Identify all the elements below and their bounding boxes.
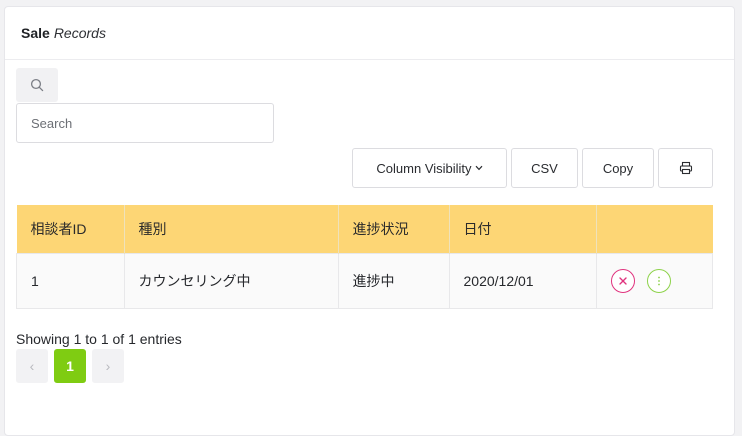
cell-id: 1: [16, 253, 125, 309]
more-options-button[interactable]: [647, 269, 672, 293]
close-icon: [618, 277, 627, 285]
print-button[interactable]: [658, 148, 713, 188]
cell-actions: [595, 253, 713, 309]
records-table: 相談者ID 種別 進捗状況 日付 1 カウンセリング中 進捗中 2020/12/…: [16, 205, 713, 309]
table-info: Showing 1 to 1 of 1 entries: [16, 331, 182, 347]
column-header-date[interactable]: 日付: [449, 205, 597, 254]
search-button[interactable]: [16, 68, 58, 102]
search-icon: [30, 78, 44, 92]
column-visibility-label: Column Visibility: [376, 160, 472, 176]
chevron-down-icon: [475, 163, 483, 173]
pagination-page-1[interactable]: 1: [54, 349, 86, 383]
cell-type: カウンセリング中: [123, 253, 339, 309]
cell-status: 進捗中: [337, 253, 450, 309]
copy-button[interactable]: Copy: [582, 148, 654, 188]
csv-button[interactable]: CSV: [511, 148, 578, 188]
card-title-italic: Records: [53, 25, 106, 41]
cell-date: 2020/12/01: [448, 253, 597, 309]
card-header: Sale Records: [5, 7, 734, 60]
table-row: 1 カウンセリング中 進捗中 2020/12/01: [16, 253, 713, 309]
pagination: ‹ 1 ›: [16, 349, 124, 383]
pagination-next-button[interactable]: ›: [92, 349, 124, 383]
more-vertical-icon: [658, 276, 661, 286]
column-header-consultant-id[interactable]: 相談者ID: [16, 205, 125, 254]
column-visibility-button[interactable]: Column Visibility: [352, 148, 507, 188]
delete-button[interactable]: [610, 269, 635, 293]
card-title-bold: Sale: [21, 25, 50, 41]
column-header-actions: [596, 205, 713, 254]
printer-icon: [679, 161, 692, 175]
column-header-type[interactable]: 種別: [124, 205, 339, 254]
pagination-prev-button[interactable]: ‹: [16, 349, 48, 383]
column-header-status[interactable]: 進捗状況: [338, 205, 450, 254]
table-header-row: 相談者ID 種別 進捗状況 日付: [16, 205, 713, 254]
search-input[interactable]: [16, 103, 274, 143]
